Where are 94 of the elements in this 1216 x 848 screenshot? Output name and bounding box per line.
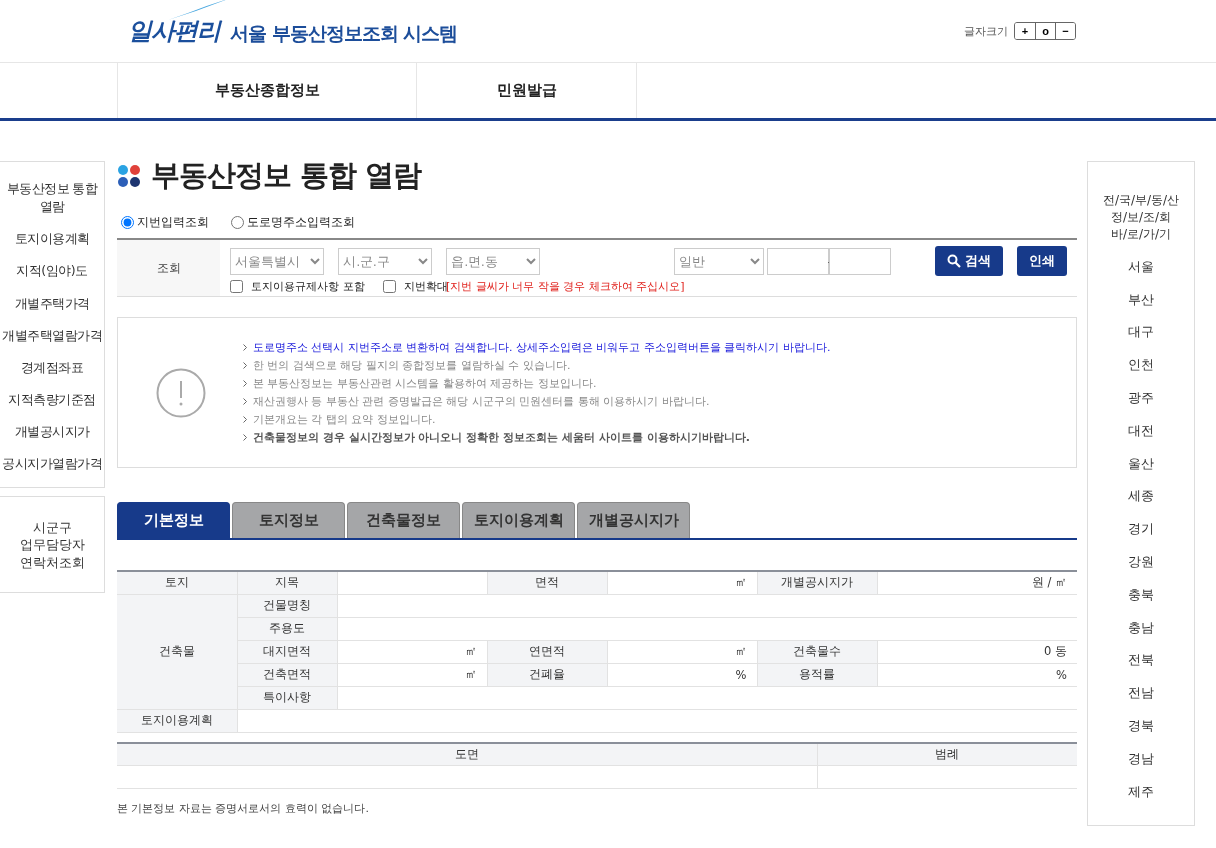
table-header-cell: 면적	[487, 571, 607, 594]
region-link[interactable]: 대구	[1128, 316, 1154, 350]
table-cell: ㎡	[607, 571, 757, 594]
chevron-icon	[243, 416, 247, 423]
sidebar-item[interactable]: 경계점좌표	[0, 358, 104, 377]
exclamation-icon	[155, 367, 206, 418]
notice-text: 재산권행사 등 부동산 관련 증명발급은 해당 시군구의 민원센터를 통해 이용하시기 바랍니다.	[253, 394, 710, 409]
table-header-cell: 지목	[237, 571, 337, 594]
table-header-cell: 토지이용계획	[117, 709, 237, 732]
separator-text: -	[827, 255, 831, 267]
region-link[interactable]: 경북	[1128, 710, 1154, 743]
input-field[interactable]	[829, 247, 891, 275]
region-link[interactable]: 인천	[1128, 349, 1154, 383]
notice-text: 기본개요는 각 탭의 요약 정보입니다.	[253, 412, 436, 427]
nav-item[interactable]: 부동산종합정보	[117, 63, 416, 118]
sidebar-item[interactable]: 지적측량기준점	[0, 390, 104, 409]
radio-button[interactable]	[121, 216, 134, 229]
table-cell: %	[607, 663, 757, 686]
region-link[interactable]: 세종	[1128, 480, 1154, 514]
region-link[interactable]: 제주	[1128, 775, 1154, 809]
table-header-cell: 연면적	[487, 640, 607, 663]
table-cell: ㎡	[607, 640, 757, 663]
table-cell: 0 동	[877, 640, 1077, 663]
radio-label[interactable]: 도로명주소입력조회	[247, 215, 355, 230]
region-link[interactable]: 충남	[1128, 611, 1154, 645]
sidebar-item[interactable]: 개별주택열람가격	[0, 326, 104, 345]
chevron-icon	[243, 434, 247, 441]
chevron-icon	[243, 344, 247, 351]
site-title: 서울 부동산정보조회 시스템	[230, 21, 458, 46]
tab[interactable]: 토지정보	[232, 502, 345, 538]
sidebar-item[interactable]: 부동산정보 통합 열람	[0, 180, 104, 217]
region-link[interactable]: 전남	[1128, 677, 1154, 711]
checkbox[interactable]	[382, 280, 396, 293]
table-header-cell: 도면	[117, 742, 817, 766]
sidebar-item[interactable]: 개별공시지가	[0, 423, 104, 442]
table-cell: %	[877, 663, 1077, 686]
sidebar-item[interactable]: 공시지가열람가격	[0, 455, 104, 474]
print-button[interactable]: 인쇄	[1017, 246, 1067, 276]
sidebar-title: 전/국/부/동/산 정/보/조/회 바/로/가/기	[1102, 192, 1180, 243]
sidebar-item[interactable]: 지적(임야)도	[0, 262, 104, 281]
logo-text[interactable]: 일사편리	[128, 17, 220, 45]
table-header-cell: 건폐율	[487, 663, 607, 686]
table-header-cell: 범례	[817, 742, 1077, 766]
chevron-icon	[243, 380, 247, 387]
page-title: 부동산정보 통합 열람	[151, 157, 422, 194]
tab[interactable]: 건축물정보	[347, 502, 460, 538]
region-link[interactable]: 강원	[1128, 546, 1154, 579]
table-header-cell: 용적률	[757, 663, 877, 686]
notice-text: 도로명주소 선택시 지번주소로 변환하여 검색합니다. 상세주소입력은 비워두고 주소입력버튼을 클릭하시기 바랍니다.	[253, 340, 831, 355]
tab[interactable]: 기본정보	[117, 502, 230, 538]
nav-item[interactable]: 민원발급	[416, 63, 637, 118]
search-label: 조회	[155, 259, 182, 277]
table-cell: ㎡	[337, 663, 487, 686]
notice-text: 한 번의 검색으로 해당 필지의 종합정보를 열람하실 수 있습니다.	[253, 358, 571, 373]
sidebar-item[interactable]: 토지이용계획	[0, 230, 104, 249]
checkbox-label[interactable]: 토지이용규제사항 포함	[251, 279, 365, 294]
input-field[interactable]	[767, 247, 830, 275]
dropdown[interactable]: 서울특별시	[230, 247, 325, 275]
radio-button[interactable]	[231, 216, 244, 229]
font-size-button[interactable]: −	[1055, 23, 1075, 39]
sidebar-item[interactable]: 개별주택가격	[0, 294, 104, 313]
table-header-cell: 건축물	[117, 594, 237, 709]
dropdown[interactable]: 일반	[674, 247, 765, 275]
table-cell: 원 / ㎡	[877, 571, 1077, 594]
notice-text: 본 부동산정보는 부동산관련 시스템을 활용하여 제공하는 정보입니다.	[253, 376, 597, 391]
contact-link[interactable]: 시군구 업무담당자 연락처조회	[0, 496, 105, 594]
checkbox[interactable]	[230, 280, 244, 293]
chevron-icon	[243, 362, 247, 369]
notice-text: 건축물정보의 경우 실시간정보가 아니오니 정확한 정보조회는 세움터 사이트를 이용하시기바랍니다.	[253, 430, 750, 445]
region-link[interactable]: 광주	[1128, 382, 1154, 415]
region-link[interactable]: 경기	[1128, 513, 1154, 547]
dropdown[interactable]: 읍.면.동	[446, 247, 541, 275]
region-link[interactable]: 경남	[1128, 742, 1154, 776]
region-link[interactable]: 충북	[1128, 578, 1154, 612]
table-header-cell: 건축물수	[757, 640, 877, 663]
radio-label[interactable]: 지번입력조회	[137, 215, 209, 230]
region-link[interactable]: 부산	[1128, 283, 1154, 317]
tab[interactable]: 토지이용계획	[462, 502, 575, 538]
table-header-cell: 토지	[117, 571, 237, 594]
tab[interactable]: 개별공시지가	[577, 502, 690, 538]
dropdown[interactable]: 시.군.구	[338, 247, 433, 275]
table-header-cell: 개별공시지가	[757, 571, 877, 594]
four-dots-icon	[117, 164, 141, 188]
search-button[interactable]: 검색	[935, 246, 1003, 276]
region-link[interactable]: 울산	[1128, 447, 1154, 481]
region-link[interactable]: 대전	[1128, 415, 1154, 448]
search-icon	[947, 254, 961, 268]
footnote: 본 기본정보 자료는 증명서로서의 효력이 없습니다.	[117, 801, 370, 816]
region-link[interactable]: 서울	[1128, 251, 1154, 284]
table-cell: ㎡	[337, 640, 487, 663]
chevron-icon	[243, 398, 247, 405]
checkbox-label[interactable]: 지번확대	[403, 279, 448, 294]
font-size-label: 글자크기	[964, 23, 1008, 39]
region-link[interactable]: 전북	[1128, 644, 1154, 678]
